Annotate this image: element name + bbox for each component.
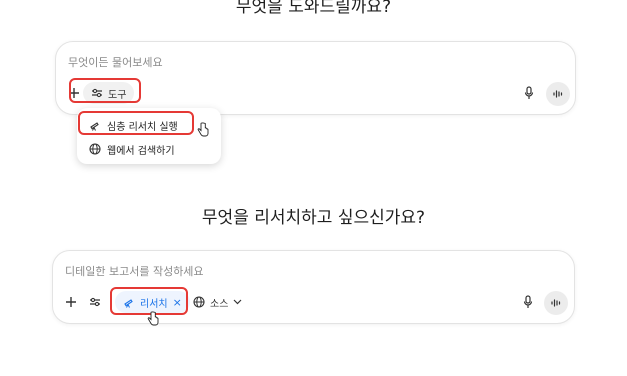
menu-item-web-search[interactable]: 웹에서 검색하기 — [77, 138, 221, 160]
voice-mode-button[interactable] — [544, 291, 568, 315]
hand-cursor-icon — [147, 311, 159, 326]
waveform-icon — [552, 89, 564, 99]
prompt-placeholder: 디테일한 보고서를 작성하세요 — [65, 265, 204, 278]
page-title: 무엇을 도와드릴까요? — [235, 0, 392, 17]
hand-cursor-icon — [197, 122, 209, 137]
menu-item-label: 웹에서 검색하기 — [107, 145, 175, 157]
add-icon[interactable] — [63, 294, 79, 310]
voice-mode-button[interactable] — [546, 82, 570, 106]
globe-icon — [193, 296, 205, 308]
globe-icon — [89, 143, 101, 155]
waveform-icon — [550, 298, 562, 308]
microphone-icon[interactable] — [522, 85, 536, 101]
sources-dropdown[interactable]: 소스 — [185, 291, 250, 313]
chevron-down-icon — [233, 299, 242, 305]
sliders-icon[interactable] — [87, 294, 103, 310]
section-title: 무엇을 리서치하고 싶으신가요? — [201, 208, 426, 228]
microphone-icon[interactable] — [521, 294, 535, 310]
tools-highlight — [69, 78, 141, 103]
sources-label: 소스 — [210, 298, 229, 310]
prompt-placeholder: 무엇이든 물어보세요 — [68, 56, 163, 69]
deep-research-highlight — [78, 111, 194, 135]
